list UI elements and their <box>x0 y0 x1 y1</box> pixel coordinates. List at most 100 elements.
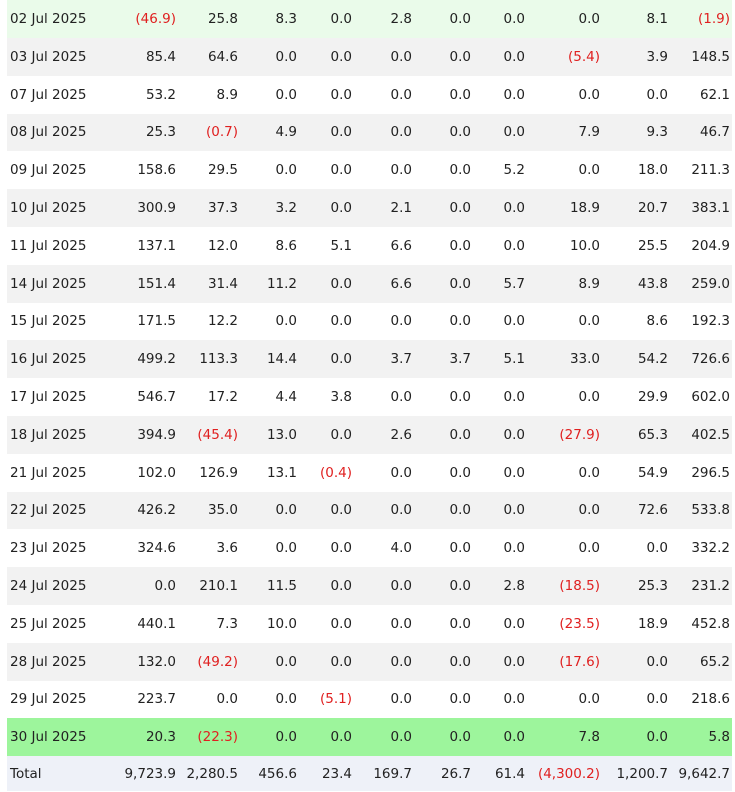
value-cell-col-6: 0.0 <box>449 578 471 595</box>
value-cell-col-9: 3.9 <box>646 48 668 65</box>
value-cell-col-10: 65.2 <box>699 653 730 670</box>
table-row: 25 Jul 2025 440.1 7.3 10.0 0.0 0.0 0.0 0.0 (23.5… <box>7 605 732 643</box>
value-cell-col-6: 0.0 <box>449 729 471 746</box>
value-cell-col-7: 0.0 <box>503 124 525 141</box>
value-cell-col-3: 0.0 <box>275 86 297 103</box>
value-cell-col-4: 0.0 <box>330 540 352 557</box>
table-row: 10 Jul 2025 300.9 37.3 3.2 0.0 2.1 0.0 0.0 18.9 2… <box>7 189 732 227</box>
value-cell-col-5: 6.6 <box>390 237 412 254</box>
value-cell-col-3: 0.0 <box>275 313 297 330</box>
value-cell-col-5: 0.0 <box>390 653 412 670</box>
value-cell-col-1: 300.9 <box>137 200 176 217</box>
value-cell-col-10: 383.1 <box>691 200 730 217</box>
value-cell-col-10: 148.5 <box>691 48 730 65</box>
row-date: 21 Jul 2025 <box>10 464 87 481</box>
value-cell-col-3: 456.6 <box>258 765 297 782</box>
table-row: 08 Jul 2025 25.3 (0.7) 4.9 0.0 0.0 0.0 0.0 7.9 9.… <box>7 113 732 152</box>
value-cell-col-10: 533.8 <box>691 502 730 519</box>
value-cell-col-6: 0.0 <box>449 426 471 443</box>
value-cell-col-7: 5.7 <box>503 275 525 292</box>
value-cell-col-9: 65.3 <box>637 426 668 443</box>
value-cell-col-8: 0.0 <box>578 11 600 27</box>
value-cell-col-3: 14.4 <box>266 351 297 368</box>
table-row: 30 Jul 2025 20.3 (22.3) 0.0 0.0 0.0 0.0 0.0 7.8 0… <box>7 718 732 757</box>
value-cell-col-8: 0.0 <box>578 86 600 103</box>
value-cell-col-10: 296.5 <box>691 464 730 481</box>
table-row: 18 Jul 2025 394.9 (45.4) 13.0 0.0 2.6 0.0 0.0 (2… <box>7 415 732 454</box>
flows-table: 02 Jul 2025 (46.9) 25.8 8.3 0.0 2.8 0.0 0.0 0.0 8… <box>7 0 732 792</box>
value-cell-col-5: 3.7 <box>390 351 412 368</box>
value-cell-col-7: 0.0 <box>503 615 525 632</box>
value-cell-col-4: 0.0 <box>330 275 352 292</box>
value-cell-col-10: 259.0 <box>691 275 730 292</box>
value-cell-col-2: 126.9 <box>199 464 238 481</box>
value-cell-col-2: 35.0 <box>207 502 238 519</box>
value-cell-col-8: (5.4) <box>567 48 600 65</box>
value-cell-col-10: 452.8 <box>691 615 730 632</box>
table-row: 22 Jul 2025 426.2 35.0 0.0 0.0 0.0 0.0 0.0 0.0 72… <box>7 491 732 530</box>
value-cell-col-10: 231.2 <box>691 578 730 595</box>
value-cell-col-3: 8.6 <box>275 237 297 254</box>
value-cell-col-6: 0.0 <box>449 313 471 330</box>
value-cell-col-6: 0.0 <box>449 48 471 65</box>
value-cell-col-10: 192.3 <box>691 313 730 330</box>
value-cell-col-1: 158.6 <box>137 162 176 179</box>
value-cell-col-10: 211.3 <box>691 162 730 179</box>
value-cell-col-9: 18.0 <box>637 162 668 179</box>
value-cell-col-7: 5.2 <box>503 162 525 179</box>
value-cell-col-2: 37.3 <box>207 200 238 217</box>
value-cell-col-3: 0.0 <box>275 691 297 708</box>
value-cell-col-9: 1,200.7 <box>616 765 668 782</box>
value-cell-col-1: 85.4 <box>145 48 176 65</box>
value-cell-col-3: 0.0 <box>275 162 297 179</box>
value-cell-col-7: 0.0 <box>503 313 525 330</box>
value-cell-col-8: 0.0 <box>578 313 600 330</box>
value-cell-col-9: 8.1 <box>646 11 668 27</box>
value-cell-col-3: 0.0 <box>275 502 297 519</box>
value-cell-col-4: 0.0 <box>330 48 352 65</box>
value-cell-col-7: 0.0 <box>503 11 525 27</box>
value-cell-col-5: 0.0 <box>390 162 412 179</box>
table-row: 29 Jul 2025 223.7 0.0 0.0 (5.1) 0.0 0.0 0.0 0.0 0… <box>7 681 732 719</box>
value-cell-col-5: 0.0 <box>390 48 412 65</box>
row-date: 07 Jul 2025 <box>10 86 87 103</box>
value-cell-col-2: 25.8 <box>207 11 238 27</box>
table-row: 28 Jul 2025 132.0 (49.2) 0.0 0.0 0.0 0.0 0.0 (17… <box>7 642 732 681</box>
value-cell-col-8: 0.0 <box>578 691 600 708</box>
table-row: 14 Jul 2025 151.4 31.4 11.2 0.0 6.6 0.0 5.7 8.9 4… <box>7 264 732 303</box>
value-cell-col-9: 54.9 <box>637 464 668 481</box>
value-cell-col-1: 440.1 <box>137 615 176 632</box>
value-cell-col-1: 223.7 <box>137 691 176 708</box>
value-cell-col-8: (17.6) <box>559 653 600 670</box>
value-cell-col-4: 3.8 <box>330 389 352 406</box>
value-cell-col-2: 2,280.5 <box>186 765 238 782</box>
value-cell-col-5: 169.7 <box>373 765 412 782</box>
value-cell-col-1: 394.9 <box>137 426 176 443</box>
value-cell-col-6: 0.0 <box>449 540 471 557</box>
value-cell-col-3: 0.0 <box>275 48 297 65</box>
value-cell-col-6: 0.0 <box>449 464 471 481</box>
value-cell-col-4: 0.0 <box>330 729 352 746</box>
value-cell-col-7: 2.8 <box>503 578 525 595</box>
value-cell-col-7: 61.4 <box>494 765 525 782</box>
value-cell-col-3: 4.9 <box>275 124 297 141</box>
value-cell-col-1: 499.2 <box>137 351 176 368</box>
value-cell-col-2: 12.0 <box>207 237 238 254</box>
value-cell-col-9: 54.2 <box>637 351 668 368</box>
value-cell-col-9: 9.3 <box>646 124 668 141</box>
value-cell-col-6: 0.0 <box>449 200 471 217</box>
row-date: 10 Jul 2025 <box>10 200 87 217</box>
row-date: 14 Jul 2025 <box>10 275 87 292</box>
value-cell-col-1: 151.4 <box>137 275 176 292</box>
row-date: 25 Jul 2025 <box>10 615 87 632</box>
value-cell-col-5: 2.1 <box>390 200 412 217</box>
value-cell-col-6: 0.0 <box>449 124 471 141</box>
value-cell-col-10: 218.6 <box>691 691 730 708</box>
value-cell-col-2: (0.7) <box>205 124 238 141</box>
value-cell-col-3: 3.2 <box>275 200 297 217</box>
value-cell-col-6: 0.0 <box>449 86 471 103</box>
value-cell-col-10: 332.2 <box>691 540 730 557</box>
value-cell-col-7: 0.0 <box>503 86 525 103</box>
value-cell-col-4: 0.0 <box>330 502 352 519</box>
value-cell-col-1: 9,723.9 <box>124 765 176 782</box>
